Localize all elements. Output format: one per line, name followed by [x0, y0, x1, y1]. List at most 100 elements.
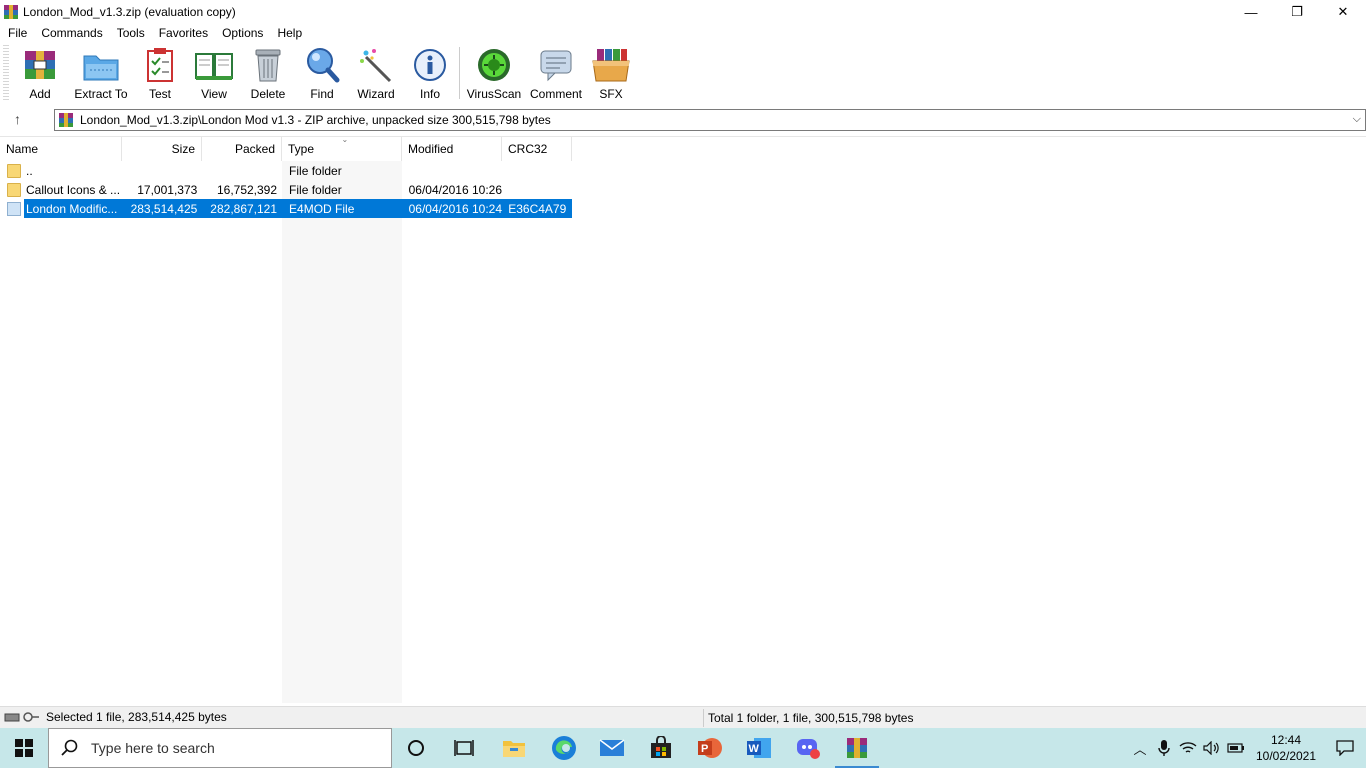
sfx-box-icon	[591, 45, 631, 85]
battery-icon[interactable]	[1224, 728, 1248, 768]
status-bar: Selected 1 file, 283,514,425 bytes Total…	[0, 706, 1366, 728]
clock[interactable]: 12:44 10/02/2021	[1248, 732, 1324, 764]
clock-time: 12:44	[1270, 733, 1302, 747]
svg-text:P: P	[701, 743, 708, 755]
add-archive-icon	[20, 45, 60, 85]
status-divider	[703, 709, 704, 727]
column-size[interactable]: Size	[122, 137, 202, 161]
file-icon	[7, 201, 21, 216]
sfx-button[interactable]: SFX	[588, 45, 634, 101]
chevron-down-icon[interactable]: ⌵	[1353, 113, 1361, 126]
book-view-icon	[194, 45, 234, 85]
winrar-icon	[847, 738, 867, 758]
menu-help[interactable]: Help	[270, 26, 309, 40]
magic-wand-icon	[356, 45, 396, 85]
taskbar-search-box[interactable]: Type here to search	[48, 728, 392, 768]
sorted-column-shade	[282, 161, 402, 703]
toolbar-grip	[3, 45, 9, 101]
folder-icon	[7, 163, 21, 178]
comment-button[interactable]: Comment	[528, 45, 584, 101]
chevron-up-icon[interactable]: ︿	[1128, 728, 1152, 768]
add-button[interactable]: Add	[17, 45, 63, 101]
mail-button[interactable]	[588, 728, 636, 768]
start-button[interactable]	[0, 728, 48, 768]
column-type[interactable]: ⌄ Type	[282, 135, 402, 161]
archive-icon	[58, 112, 74, 128]
winrar-app-icon	[3, 4, 19, 20]
wifi-icon[interactable]	[1176, 728, 1200, 768]
virusscan-button[interactable]: VirusScan	[466, 45, 522, 101]
search-icon	[61, 739, 78, 756]
status-total: Total 1 folder, 1 file, 300,515,798 byte…	[708, 711, 914, 725]
svg-text:W: W	[749, 743, 760, 755]
taskbar: Type here to search P W ︿ 12:44 10/02/20…	[0, 728, 1366, 768]
search-placeholder: Type here to search	[91, 740, 215, 756]
up-one-level-icon[interactable]: ↑	[14, 111, 30, 127]
task-view-icon	[454, 740, 474, 756]
column-crc32[interactable]: CRC32	[502, 137, 572, 161]
magnifier-icon	[302, 45, 342, 85]
column-modified[interactable]: Modified	[402, 137, 502, 161]
find-button[interactable]: Find	[299, 45, 345, 101]
discord-button[interactable]	[784, 728, 832, 768]
comment-bubble-icon	[536, 45, 576, 85]
powerpoint-icon: P	[698, 738, 722, 758]
table-row[interactable]: .. File folder	[0, 161, 572, 180]
menu-tools[interactable]: Tools	[110, 26, 152, 40]
store-bag-icon	[651, 736, 671, 758]
toolbar: Add Extract To Test View Delete Find Wiz…	[0, 43, 1366, 103]
disk-key-icon	[4, 710, 40, 724]
info-icon	[410, 45, 450, 85]
table-row-selected[interactable]: London Modific... 283,514,425 282,867,12…	[0, 199, 572, 218]
mail-envelope-icon	[599, 739, 625, 756]
clock-date: 10/02/2021	[1255, 749, 1317, 763]
test-button[interactable]: Test	[137, 45, 183, 101]
menu-favorites[interactable]: Favorites	[152, 26, 215, 40]
edge-button[interactable]	[540, 728, 588, 768]
notification-button[interactable]	[1324, 728, 1366, 768]
address-bar[interactable]: London_Mod_v1.3.zip\London Mod v1.3 - ZI…	[54, 109, 1366, 131]
discord-icon	[797, 739, 820, 759]
menu-options[interactable]: Options	[215, 26, 270, 40]
menu-commands[interactable]: Commands	[34, 26, 109, 40]
folder-icon	[7, 182, 21, 197]
powerpoint-button[interactable]: P	[686, 728, 734, 768]
address-row: ↑ London_Mod_v1.3.zip\London Mod v1.3 - …	[0, 108, 1366, 132]
folder-extract-icon	[81, 45, 121, 85]
sort-ascending-icon: ⌄	[341, 135, 349, 144]
close-button[interactable]: ✕	[1320, 0, 1366, 24]
cortana-circle-icon	[408, 740, 424, 756]
title-bar: London_Mod_v1.3.zip (evaluation copy) — …	[0, 0, 1366, 24]
microphone-icon[interactable]	[1152, 728, 1176, 768]
restore-button[interactable]: ❐	[1274, 0, 1320, 24]
virus-scan-icon	[474, 45, 514, 85]
menu-bar: File Commands Tools Favorites Options He…	[0, 24, 1366, 42]
cortana-button[interactable]	[392, 728, 440, 768]
system-tray: ︿ 12:44 10/02/2021	[1128, 728, 1366, 768]
file-explorer-button[interactable]	[490, 728, 538, 768]
edge-browser-icon	[552, 736, 576, 760]
wizard-button[interactable]: Wizard	[353, 45, 399, 101]
winrar-taskbar-button[interactable]	[833, 728, 881, 768]
column-name[interactable]: Name	[0, 137, 122, 161]
store-button[interactable]	[637, 728, 685, 768]
status-selected: Selected 1 file, 283,514,425 bytes	[46, 710, 227, 724]
word-icon: W	[747, 738, 771, 758]
extract-to-button[interactable]: Extract To	[73, 45, 129, 101]
info-button[interactable]: Info	[407, 45, 453, 101]
column-packed[interactable]: Packed	[202, 137, 282, 161]
view-button[interactable]: View	[191, 45, 237, 101]
windows-logo-icon	[15, 739, 33, 757]
notification-icon	[1336, 740, 1354, 756]
address-path: London_Mod_v1.3.zip\London Mod v1.3 - ZI…	[80, 113, 551, 127]
window-title: London_Mod_v1.3.zip (evaluation copy)	[23, 5, 236, 19]
word-button[interactable]: W	[735, 728, 783, 768]
task-view-button[interactable]	[440, 728, 488, 768]
toolbar-separator	[459, 47, 460, 99]
minimize-button[interactable]: —	[1228, 0, 1274, 24]
volume-icon[interactable]	[1200, 728, 1224, 768]
delete-button[interactable]: Delete	[245, 45, 291, 101]
table-row[interactable]: Callout Icons & ... 17,001,373 16,752,39…	[0, 180, 572, 199]
file-list[interactable]: Name Size Packed ⌄ Type Modified CRC32 .…	[0, 135, 1366, 703]
menu-file[interactable]: File	[0, 26, 34, 40]
